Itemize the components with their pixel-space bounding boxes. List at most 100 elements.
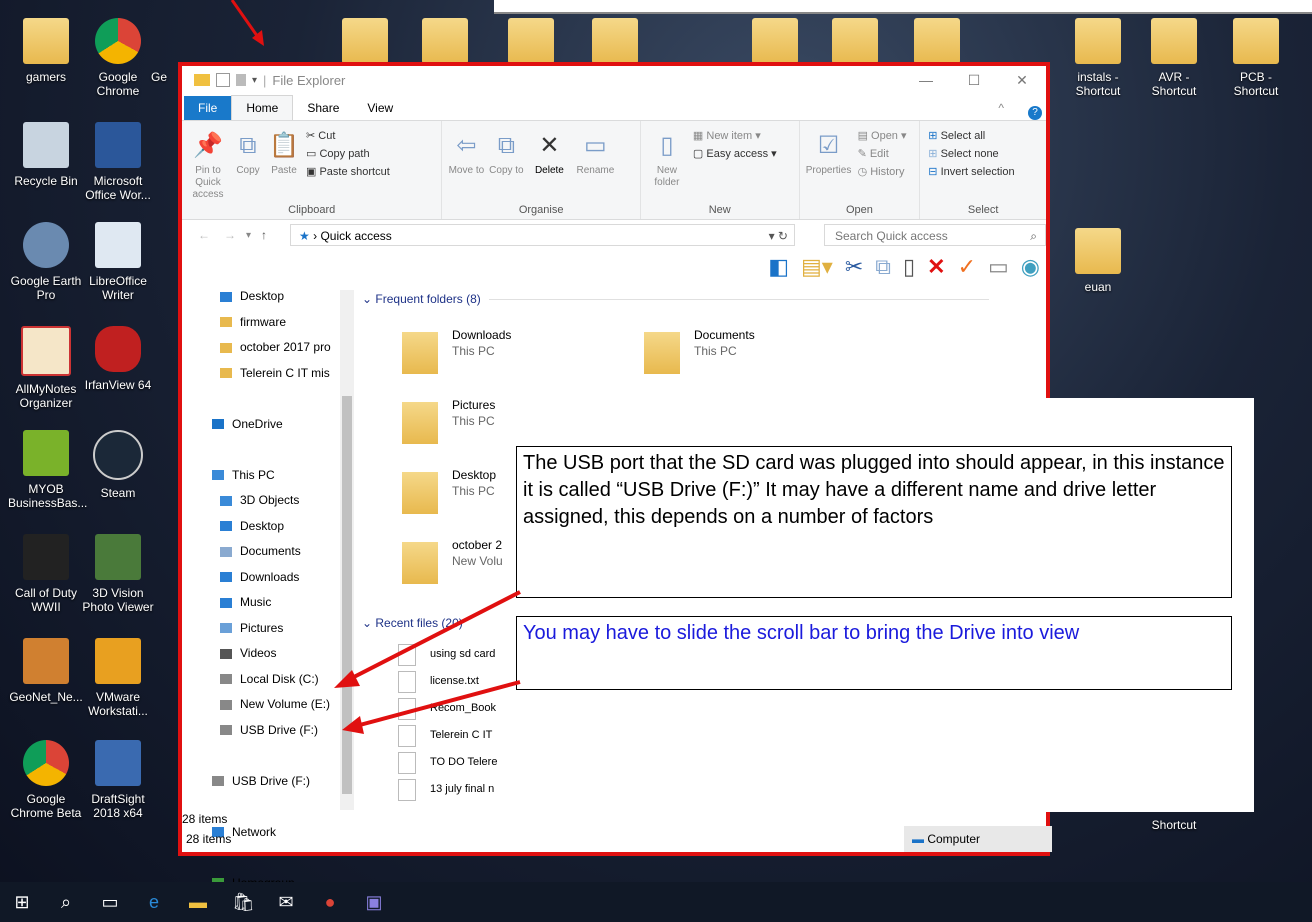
- nav-item-icon: [220, 342, 232, 353]
- desktop-icon-partial-1[interactable]: Ge: [144, 70, 174, 84]
- nav-item-icon: [220, 495, 232, 506]
- tab-file[interactable]: File: [184, 96, 232, 120]
- desktop-icon-3d-vision[interactable]: 3D Vision Photo Viewer: [80, 534, 156, 614]
- mail-icon[interactable]: ✉: [276, 892, 296, 913]
- copy-icon: ⧉: [239, 132, 257, 159]
- desktop-icon-word[interactable]: Microsoft Office Wor...: [80, 122, 156, 202]
- desktop-icon-gamers[interactable]: gamers: [8, 18, 84, 84]
- desktop-icon-steam[interactable]: Steam: [80, 430, 156, 500]
- maximize-button[interactable]: ☐: [950, 66, 998, 94]
- recent-file-row[interactable]: TO DO Telere: [398, 752, 497, 779]
- close-button[interactable]: ✕: [998, 66, 1046, 94]
- desktop-icon-draftsight[interactable]: DraftSight 2018 x64: [80, 740, 156, 820]
- history-button[interactable]: ◷ History: [858, 165, 907, 178]
- desktop-icon-pcb[interactable]: PCB - Shortcut: [1218, 18, 1294, 98]
- new-item-button[interactable]: ▦ New item ▾: [693, 129, 777, 142]
- cut-button[interactable]: ✂ Cut: [306, 129, 390, 142]
- tab-share[interactable]: Share: [293, 96, 353, 120]
- task-view-icon[interactable]: ▭: [100, 892, 120, 913]
- nav-item-label: Music: [240, 595, 272, 609]
- search-icon-taskbar[interactable]: ⌕: [56, 892, 76, 913]
- up-icon[interactable]: ↑: [261, 228, 267, 242]
- desktop-icon-chrome[interactable]: Google Chrome: [80, 18, 156, 98]
- title-bar[interactable]: ▾ | File Explorer — ☐ ✕: [182, 66, 1046, 94]
- select-none-button[interactable]: ⊞ Select none: [928, 147, 1014, 160]
- file-explorer-taskbar-icon[interactable]: ▬: [188, 892, 208, 913]
- copy-path-button[interactable]: ▭ Copy path: [306, 147, 390, 160]
- nav-item-label: Documents: [240, 544, 301, 558]
- folder-icon: [1233, 18, 1279, 64]
- address-box[interactable]: ★ › Quick access ▾ ↻: [290, 224, 795, 246]
- copy-icon-2[interactable]: ⧉: [875, 254, 891, 280]
- refresh-icon[interactable]: ▾ ↻: [769, 225, 788, 247]
- select-all-button[interactable]: ⊞ Select all: [928, 129, 1014, 142]
- desktop-icon-call-of-duty[interactable]: Call of Duty WWII: [8, 534, 84, 614]
- tab-home[interactable]: Home: [231, 95, 294, 120]
- desktop-icon-google-earth[interactable]: Google Earth Pro: [8, 222, 84, 302]
- paste-shortcut-button[interactable]: ▣ Paste shortcut: [306, 165, 390, 178]
- desktop-icon-instals[interactable]: instals - Shortcut: [1060, 18, 1136, 98]
- nav-item[interactable]: Documents: [182, 539, 356, 565]
- minimize-button[interactable]: —: [902, 66, 950, 94]
- chrome-taskbar-icon[interactable]: ●: [320, 892, 340, 913]
- frequent-folder-documents[interactable]: Documents This PC: [644, 328, 854, 384]
- desktop-icon-allmynotes[interactable]: AllMyNotes Organizer: [8, 326, 84, 410]
- collapse-ribbon-icon[interactable]: ^: [984, 96, 1018, 120]
- shell-icon[interactable]: ◉: [1021, 254, 1040, 280]
- search-input[interactable]: Search Quick access ⌕: [824, 224, 1046, 246]
- nav-item[interactable]: Telerein C IT mis: [182, 361, 356, 387]
- forward-icon[interactable]: →: [224, 228, 236, 242]
- irfanview-icon: [95, 326, 141, 372]
- store-icon[interactable]: 🛍: [232, 892, 255, 913]
- rename-icon-2[interactable]: ▭: [988, 254, 1009, 280]
- chevron-down-icon[interactable]: ▾: [252, 75, 257, 86]
- desktop-icon-shortcut[interactable]: Shortcut: [1136, 818, 1212, 832]
- nav-item[interactable]: USB Drive (F:): [182, 769, 356, 795]
- desktop-icon-libreoffice[interactable]: LibreOffice Writer: [80, 222, 156, 302]
- desktop-icon-avr[interactable]: AVR - Shortcut: [1136, 18, 1212, 98]
- nav-item-label: Desktop: [240, 289, 285, 303]
- page-icon[interactable]: ▤▾: [801, 254, 833, 280]
- recent-file-row[interactable]: 13 july final n: [398, 779, 497, 806]
- clipboard-icon[interactable]: ▯: [903, 254, 915, 280]
- nav-item[interactable]: OneDrive: [182, 412, 356, 438]
- nav-item-icon: [220, 572, 232, 583]
- app-taskbar-icon[interactable]: ▣: [364, 892, 384, 913]
- checkmark-icon[interactable]: ✓: [958, 254, 976, 280]
- nav-item[interactable]: 3D Objects: [182, 488, 356, 514]
- frequent-folders-header[interactable]: ⌄ Frequent folders (8): [362, 292, 989, 306]
- back-icon[interactable]: ←: [198, 228, 210, 242]
- nav-item[interactable]: Desktop: [182, 284, 356, 310]
- desktop-icon-irfanview[interactable]: IrfanView 64: [80, 326, 156, 392]
- edge-icon[interactable]: e: [144, 892, 164, 913]
- nav-item[interactable]: Desktop: [182, 514, 356, 540]
- desktop-icon-recycle-bin[interactable]: Recycle Bin: [8, 122, 84, 188]
- tab-view[interactable]: View: [353, 96, 407, 120]
- properties-qat-icon[interactable]: [216, 73, 230, 87]
- nav-item-label: Desktop: [240, 518, 285, 533]
- address-text: Quick access: [320, 229, 392, 243]
- open-button[interactable]: ▤ Open ▾: [858, 129, 907, 142]
- frequent-folder-downloads[interactable]: Downloads This PC: [402, 328, 612, 384]
- nav-item-icon: [212, 776, 224, 787]
- desktop-icon-chrome-beta[interactable]: Google Chrome Beta: [8, 740, 84, 820]
- invert-selection-button[interactable]: ⊟ Invert selection: [928, 165, 1014, 178]
- edit-button[interactable]: ✎ Edit: [858, 147, 907, 160]
- new-folder-qat-icon[interactable]: [236, 74, 246, 86]
- easy-access-button[interactable]: ▢ Easy access ▾: [693, 147, 777, 160]
- nav-item[interactable]: Downloads: [182, 565, 356, 591]
- nav-item[interactable]: firmware: [182, 310, 356, 336]
- nav-item[interactable]: october 2017 pro: [182, 335, 356, 361]
- nav-item[interactable]: This PC: [182, 463, 356, 489]
- delete-x-icon[interactable]: ✕: [927, 254, 945, 280]
- desktop-icon-euan[interactable]: euan: [1060, 228, 1136, 294]
- help-icon[interactable]: ?: [1028, 106, 1042, 120]
- recent-locations-icon[interactable]: ▾: [246, 230, 251, 241]
- steam-icon: [93, 430, 143, 480]
- start-windows-icon[interactable]: ⊞: [12, 892, 32, 913]
- cut-icon[interactable]: ✂: [845, 254, 863, 280]
- desktop-icon-geonet[interactable]: GeoNet_Ne...: [8, 638, 84, 704]
- desktop-icon-myob[interactable]: MYOB BusinessBas...: [8, 430, 87, 510]
- panel-icon[interactable]: ◧: [768, 254, 789, 280]
- desktop-icon-vmware[interactable]: VMware Workstati...: [80, 638, 156, 718]
